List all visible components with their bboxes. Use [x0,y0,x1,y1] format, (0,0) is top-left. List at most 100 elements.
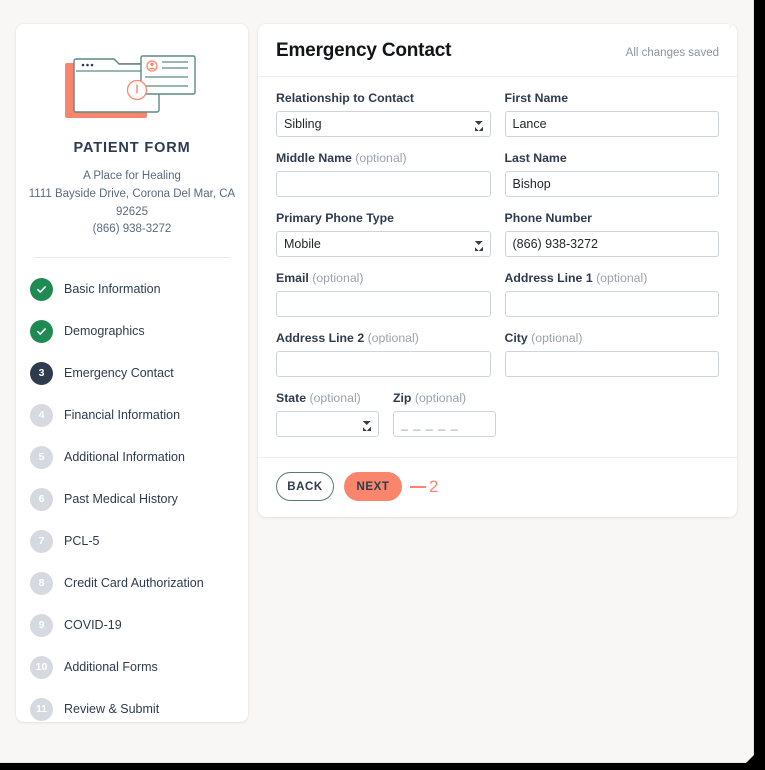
label-last-name: Last Name [505,151,720,165]
step-check-icon [30,277,53,301]
sidebar-step-label: PCL-5 [64,534,100,549]
save-status: All changes saved [625,47,719,59]
brand-logo [16,24,248,134]
phone-type-select[interactable]: Mobile [276,231,491,257]
label-state: State (optional) [276,391,379,405]
sidebar-step-emergency-contact[interactable]: 3 Emergency Contact [30,352,234,394]
sidebar-step-label: Demographics [64,324,145,339]
field-zip: Zip (optional) [393,391,496,437]
label-text: Address Line 1 [504,271,593,285]
label-text: Last Name [504,151,567,165]
zip-input[interactable] [393,411,496,437]
label-text: Zip [393,391,412,405]
last-name-input[interactable] [504,171,719,197]
sidebar-step-label: Past Medical History [64,492,178,507]
app-page: PATIENT FORM A Place for Healing 1111 Ba… [0,0,754,763]
step-number-badge: 5 [30,445,53,469]
sidebar-divider [34,257,230,259]
field-state: State (optional) [276,391,379,437]
sidebar-step-financial-information[interactable]: 4 Financial Information [30,394,234,436]
annotation-dash [410,485,426,488]
field-city: City (optional) [504,331,720,377]
form-row: State (optional) Zip (optional) [276,391,719,437]
step-number-badge: 4 [30,403,53,427]
optional-tag: (optional) [312,271,364,285]
sidebar-step-additional-forms[interactable]: 10 Additional Forms [30,646,234,688]
sidebar-step-label: Review & Submit [64,702,160,717]
email-input[interactable] [276,291,491,317]
page-title: Emergency Contact [276,40,452,61]
annotation-number: 2 [429,476,439,496]
label-text: Address Line 2 [276,331,365,345]
sidebar-step-demographics[interactable]: Demographics [30,310,234,352]
next-button[interactable]: NEXT [344,472,402,501]
optional-tag: (optional) [596,271,648,285]
back-button[interactable]: BACK [276,472,334,501]
step-number-badge: 10 [30,655,53,679]
label-text: Email [276,271,309,285]
label-phone-number: Phone Number [505,211,720,225]
label-relationship: Relationship to Contact [276,91,491,105]
step-number-badge: 11 [30,697,53,721]
brand-title: PATIENT FORM [73,140,191,156]
first-name-input[interactable] [504,111,719,137]
label-middle-name: Middle Name (optional) [276,151,491,165]
sidebar-step-pcl-5[interactable]: 7 PCL-5 [30,520,234,562]
label-text: State [276,391,307,405]
sidebar-step-credit-card-authorization[interactable]: 8 Credit Card Authorization [30,562,234,604]
sidebar-step-label: COVID-19 [64,618,122,633]
optional-tag: (optional) [367,331,419,345]
field-last-name: Last Name [504,151,720,197]
sidebar-step-review-submit[interactable]: 11 Review & Submit [30,688,234,730]
label-city: City (optional) [505,331,720,345]
label-text: Middle Name [276,151,352,165]
check-icon [37,327,46,335]
sidebar-step-basic-information[interactable]: Basic Information [30,268,234,310]
label-zip: Zip (optional) [393,391,496,405]
sidebar-step-label: Additional Forms [64,660,158,675]
step-number-badge: 6 [30,487,53,511]
form-body: Relationship to Contact Sibling First Na… [258,77,737,457]
sidebar-step-label: Emergency Contact [64,366,174,381]
form-row: Relationship to Contact Sibling First Na… [276,91,719,137]
sidebar-step-additional-information[interactable]: 5 Additional Information [30,436,234,478]
label-text: City [504,331,528,345]
annotation-marker: 2 [410,477,438,497]
optional-tag: (optional) [355,151,407,165]
sidebar-step-label: Additional Information [64,450,185,465]
form-row: Middle Name (optional) Last Name [276,151,719,197]
label-address-line-2: Address Line 2 (optional) [276,331,491,345]
card-header: Emergency Contact All changes saved [258,24,737,77]
step-nav-list: Basic Information Demographics 3 Emergency … [16,268,248,730]
sidebar-step-label: Financial Information [64,408,181,423]
field-phone-type: Primary Phone Type Mobile [276,211,491,257]
optional-tag: (optional) [414,391,467,405]
sidebar-step-past-medical-history[interactable]: 6 Past Medical History [30,478,234,520]
sidebar: PATIENT FORM A Place for Healing 1111 Ba… [16,24,248,722]
row-spacer [510,391,719,437]
address-line-2-input[interactable] [276,351,491,377]
label-text: Primary Phone Type [276,211,394,225]
org-name: A Place for Healing [83,170,181,182]
city-input[interactable] [504,351,719,377]
optional-tag: (optional) [309,391,361,405]
step-number-badge: 3 [30,361,53,385]
step-number-badge: 8 [30,571,53,595]
field-email: Email (optional) [276,271,491,317]
middle-name-input[interactable] [276,171,491,197]
relationship-select[interactable]: Sibling [276,111,491,137]
field-relationship: Relationship to Contact Sibling [276,91,491,137]
label-text: First Name [504,91,569,105]
step-check-icon [30,319,53,343]
label-address-line-1: Address Line 1 (optional) [505,271,720,285]
app-content: PATIENT FORM A Place for Healing 1111 Ba… [0,0,753,762]
sidebar-step-covid-19[interactable]: 9 COVID-19 [30,604,234,646]
phone-number-input[interactable] [504,231,719,257]
optional-tag: (optional) [531,331,583,345]
address-line-1-input[interactable] [504,291,719,317]
state-select[interactable] [276,411,379,437]
step-number-badge: 7 [30,529,53,553]
field-middle-name: Middle Name (optional) [276,151,491,197]
card-footer: BACK NEXT 2 [258,457,737,517]
field-address-line-1: Address Line 1 (optional) [504,271,720,317]
